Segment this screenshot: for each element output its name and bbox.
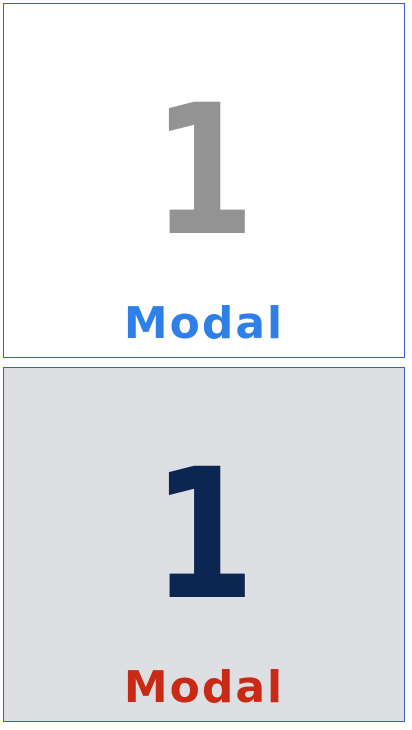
tile-list: 1 Modal 1 Modal <box>0 0 412 730</box>
tile-label: Modal <box>123 298 285 349</box>
tile-label: Modal <box>123 662 285 713</box>
modal-tile[interactable]: 1 Modal <box>3 3 405 358</box>
tile-number: 1 <box>152 67 256 276</box>
tile-number: 1 <box>152 431 256 640</box>
modal-tile-selected[interactable]: 1 Modal <box>3 367 405 722</box>
